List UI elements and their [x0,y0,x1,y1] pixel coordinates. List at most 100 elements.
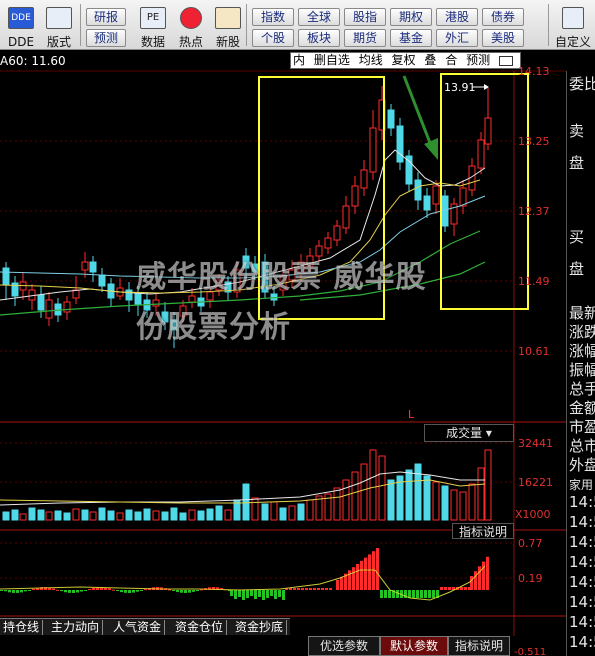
tab-default-params[interactable]: 默认参数 [380,636,448,656]
indicator-tabs: 持仓线 主力动向 人气资金 资金仓位 资金抄底 [0,618,290,635]
volume-bar [423,475,431,521]
chart-context-menu[interactable]: 内 删自选 均线 复权 叠 合 预测 [290,52,521,69]
trade-time: 14:5 [569,614,595,631]
forecast-button[interactable]: 预测 [86,29,126,47]
indicator-bar [136,590,139,592]
indicator-bar [293,588,296,590]
indicator-help-label[interactable]: 指标说明 [452,523,514,539]
volume-bar [333,487,341,521]
family-label: 家用 [569,478,594,492]
volume-panel-title[interactable]: 成交量 ▾ [424,424,514,442]
indicator-bar [325,588,328,590]
hk-stock-button[interactable]: 港股 [436,8,478,26]
price-tick-1: 14.13 [518,65,550,78]
volume-unit: X1000 [515,508,551,521]
indicator-bar [128,590,131,593]
indicator-bar [88,588,91,590]
stock-chart[interactable]: L [0,50,595,656]
pin-icon[interactable] [498,55,513,66]
menu-forecast[interactable]: 预测 [466,53,490,67]
data-label: 数据 [140,35,165,49]
tab-popularity-fund[interactable]: 人气资金 [110,620,166,635]
indicator-bar [464,587,467,590]
indicator-bar [242,590,245,600]
tab-optimal-params[interactable]: 优选参数 [308,636,380,656]
volume-bar [351,471,359,521]
menu-inner[interactable]: 内 [293,53,305,67]
indicator-bar [254,590,257,599]
volume-bar [54,510,62,521]
indicator-bar [278,590,281,597]
volume-bar [251,497,259,521]
indicator-bar [32,588,35,590]
global-button[interactable]: 全球 [298,8,340,26]
volume-bar [441,485,449,521]
indicator-bar [352,567,355,590]
sell-label-2: 盘 [569,155,585,172]
volume-bar [170,507,178,521]
stat-amplitude: 振幅 [569,362,595,379]
menu-merge[interactable]: 合 [445,53,457,67]
hot-icon[interactable]: 热点 [172,3,210,49]
tab-indicator-help[interactable]: 指标说明 [448,636,510,656]
indicator-bar [486,556,489,590]
indicator-bar [420,590,423,598]
indicator-bar [144,589,147,591]
tab-main-force[interactable]: 主力动向 [48,620,104,635]
sector-button[interactable]: 板块 [298,29,340,47]
candle-body [484,117,492,145]
commission-ratio-label: 委比 [569,76,595,93]
menu-moving-average[interactable]: 均线 [359,53,383,67]
indicator-bar [28,590,31,591]
research-report-button[interactable]: 研报 [86,8,126,26]
toolbar: DDE DDE 版式 研报 预测 PE 数据 热点 新股 指数 全球 股指 期权… [0,0,595,50]
stat-latest: 最新 [569,305,595,322]
price-tick-2: 13.25 [518,135,550,148]
indicator-bar [266,590,269,598]
options-button[interactable]: 期权 [390,8,432,26]
tab-fund-bottom[interactable]: 资金抄底 [232,620,288,635]
volume-bar [81,509,89,521]
indicator-bar [64,590,67,593]
indicator-bar [470,576,473,590]
layout-icon[interactable]: 版式 [40,3,78,49]
dde-icon[interactable]: DDE DDE [2,3,40,49]
forex-button[interactable]: 外汇 [436,29,478,47]
kline-svg: L [0,70,566,636]
indicator-bar [4,590,7,592]
indicator-bar [12,590,15,593]
indicator-bar [388,590,391,598]
stock-index-button[interactable]: 股指 [344,8,386,26]
tab-position-line[interactable]: 持仓线 [0,620,44,635]
index-button[interactable]: 指数 [252,8,294,26]
indicator-bar [412,590,415,598]
indicator-bar [460,587,463,590]
volume-bar [306,499,314,521]
indicator-bar [424,590,427,598]
tab-fund-position[interactable]: 资金仓位 [172,620,228,635]
indicator-bar [168,589,171,591]
menu-overlay[interactable]: 叠 [424,53,436,67]
trade-time: 14:5 [569,594,595,611]
volume-bar [2,511,10,521]
volume-bar [125,509,133,521]
new-stock-icon[interactable]: 新股 [209,3,247,49]
menu-adjust[interactable]: 复权 [392,53,416,67]
volume-bar [63,512,71,521]
individual-stock-button[interactable]: 个股 [252,29,294,47]
fund-button[interactable]: 基金 [390,29,432,47]
volume-tick-2: 16221 [518,476,553,489]
indicator-bar [120,590,123,593]
indicator-bar [230,590,233,596]
pe-data-icon[interactable]: PE 数据 [134,3,172,49]
volume-bar [89,511,97,521]
futures-button[interactable]: 期货 [344,29,386,47]
indicator-bar [356,564,359,590]
menu-remove-watchlist[interactable]: 删自选 [314,53,350,67]
indicator-bar [262,590,265,600]
us-stock-button[interactable]: 美股 [482,29,524,47]
volume-bar [369,449,377,521]
custom-icon[interactable]: 自定义 [552,3,594,49]
bond-button[interactable]: 债券 [482,8,524,26]
quote-side-panel: 委比 卖 盘 买 盘 最新 涨跌 涨幅 振幅 总手 金额 市盈 总市 外盘 家用… [566,71,595,656]
